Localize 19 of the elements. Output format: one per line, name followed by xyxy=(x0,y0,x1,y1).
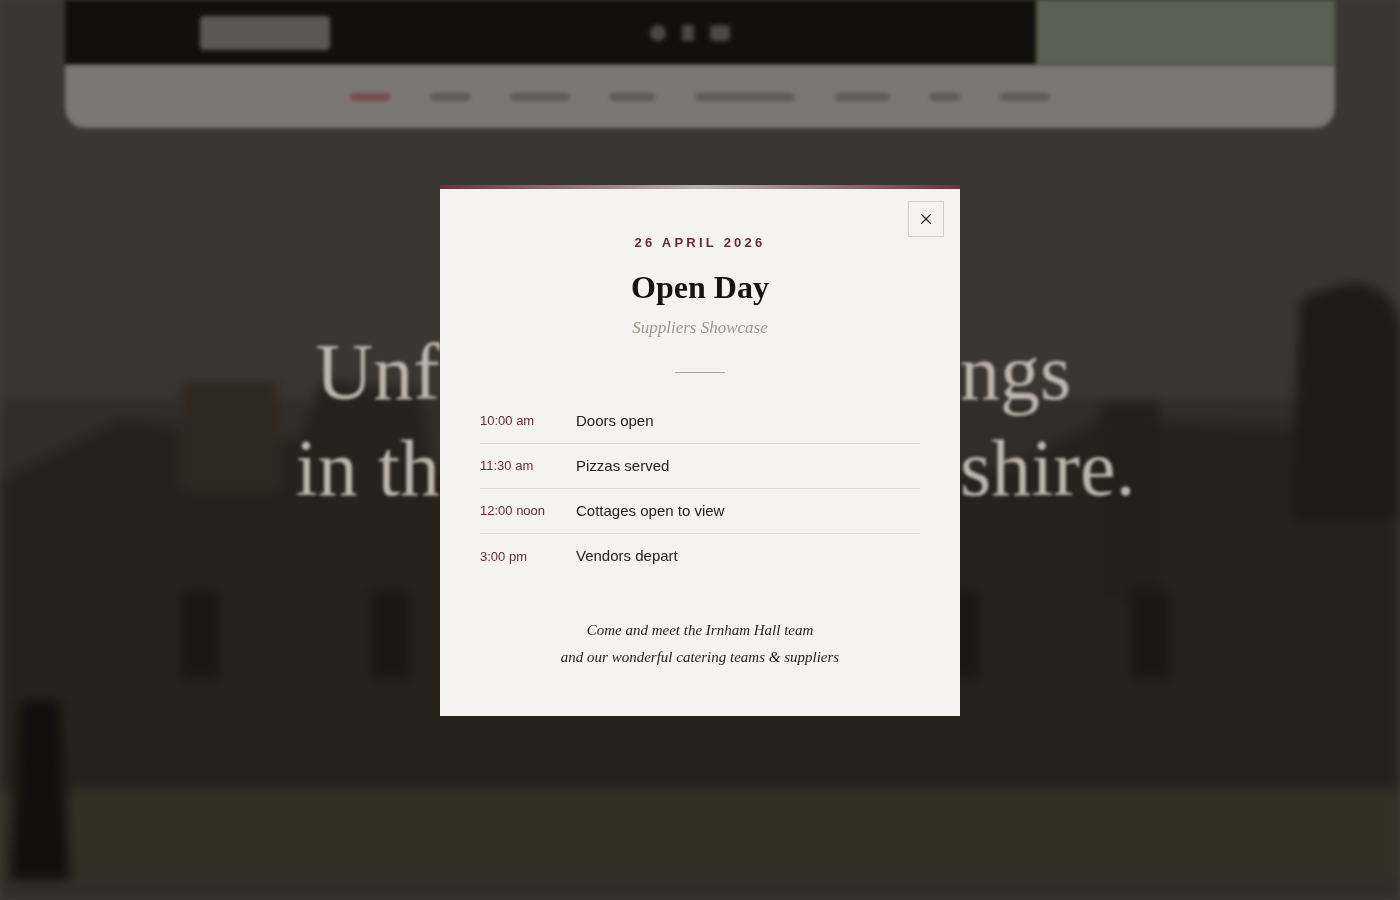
hero-heading: Unf xyxy=(315,328,440,416)
schedule-time: 12:00 noon xyxy=(480,502,547,521)
modal-title: Open Day xyxy=(631,267,769,307)
schedule-event: Cottages open to view xyxy=(576,500,725,521)
schedule-time: 10:00 am xyxy=(480,412,536,431)
hero-heading: shire. xyxy=(960,424,1136,512)
schedule-event: Doors open xyxy=(576,410,654,431)
schedule-event: Pizzas served xyxy=(576,455,670,476)
schedule-event: Vendors depart xyxy=(576,546,678,567)
logo-icon xyxy=(200,15,330,50)
hero-heading: ngs xyxy=(960,328,1072,416)
modal-subtitle: Suppliers Showcase xyxy=(632,316,768,339)
close-button[interactable] xyxy=(908,201,944,237)
event-date: 26 APRIL 2026 xyxy=(634,234,766,252)
invitation-text: Come and meet the Irnham Hall team xyxy=(586,621,814,640)
invitation-text: and our wonderful catering teams & suppliers xyxy=(560,647,840,667)
hero-heading: in th xyxy=(295,424,440,512)
schedule-time: 11:30 am xyxy=(480,457,535,476)
schedule-time: 3:00 pm xyxy=(480,547,528,566)
